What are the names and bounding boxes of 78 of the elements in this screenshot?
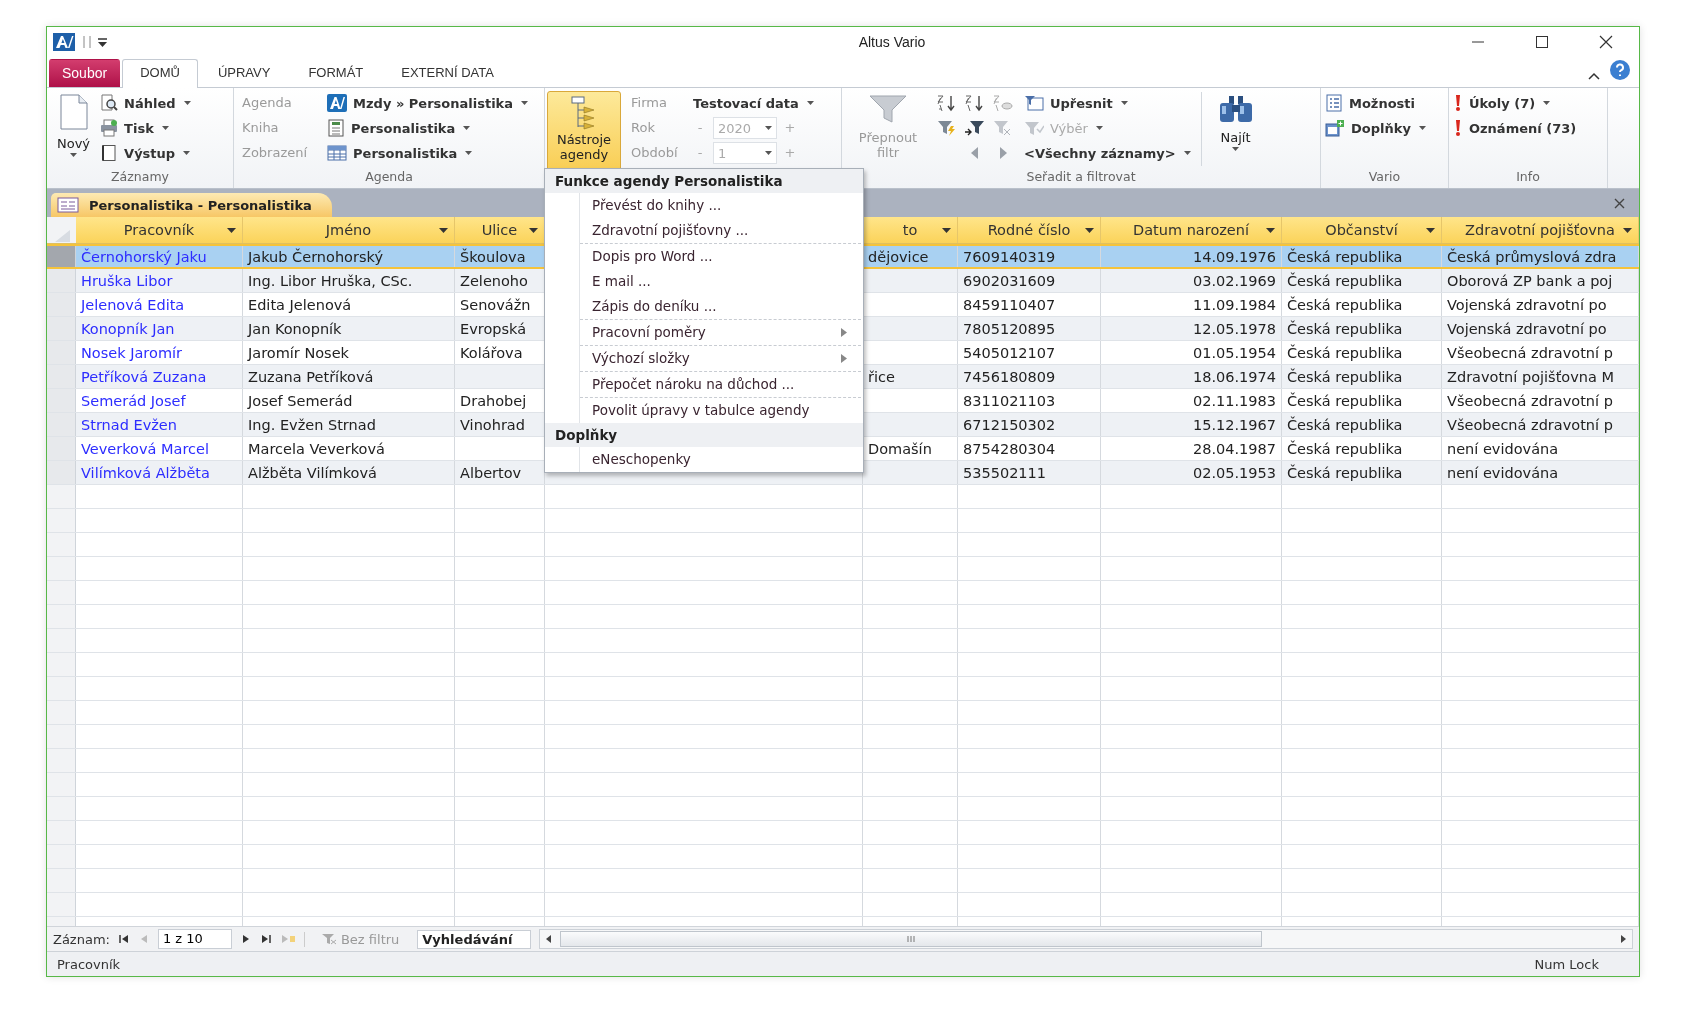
table-cell: dějovice <box>868 248 929 265</box>
group-label: Info <box>1515 168 1541 186</box>
window-title: Altus Vario <box>857 34 927 50</box>
table-cell: Zuzana Petříková <box>248 368 374 385</box>
table-cell: Česká republika <box>1287 368 1403 385</box>
table-cell: Zelenoho <box>460 272 528 289</box>
field-caption: Agenda <box>242 94 293 112</box>
status-indicator: Num Lock <box>1534 956 1600 972</box>
table-cell: 535502111 <box>963 464 1047 481</box>
table-cell: 8311021103 <box>963 392 1056 409</box>
table-cell: 14.09.1976 <box>1192 248 1276 265</box>
table-cell: Marcela Veverková <box>248 440 385 457</box>
table-cell: Jakub Černohorský <box>248 248 383 265</box>
table-cell: Česká republika <box>1287 344 1403 361</box>
table-cell: 6712150302 <box>963 416 1056 433</box>
menu-section-title: Doplňky <box>545 423 863 447</box>
table-cell: Senovážn <box>460 296 531 313</box>
table-cell: není evidována <box>1447 464 1559 481</box>
table-cell: Česká republika <box>1287 440 1403 457</box>
table-cell: 7609140319 <box>963 248 1056 265</box>
field-caption: Období <box>631 144 679 162</box>
table-cell: Oborová ZP bank a poj <box>1447 272 1613 289</box>
table-cell: 12.05.1978 <box>1192 320 1276 337</box>
table-cell: Všeobecná zdravotní p <box>1447 344 1613 361</box>
table-cell: 01.05.1954 <box>1192 344 1276 361</box>
table-cell: Všeobecná zdravotní p <box>1447 416 1613 433</box>
table-cell: Josef Semerád <box>248 392 353 409</box>
table-cell: Česká republika <box>1287 248 1403 265</box>
table-cell: Česká republika <box>1287 416 1403 433</box>
table-cell: Česká republika <box>1287 320 1403 337</box>
table-cell: 28.04.1987 <box>1192 440 1276 457</box>
table-cell: Ing. Evžen Strnad <box>248 416 376 433</box>
table-cell: Zdravotní pojišťovna M <box>1447 368 1614 385</box>
field-caption: Rok <box>631 119 656 137</box>
table-cell: Česká republika <box>1287 296 1403 313</box>
record-label: Záznam: <box>53 931 110 947</box>
table-cell: 11.09.1984 <box>1192 296 1276 313</box>
table-cell: Evropská <box>460 320 527 337</box>
table-cell: Ing. Libor Hruška, CSc. <box>248 272 413 289</box>
field-caption: Firma <box>631 94 668 112</box>
table-cell: Albertov <box>460 464 522 481</box>
table-cell: 5405012107 <box>963 344 1056 361</box>
table-cell: Vojenská zdravotní po <box>1447 296 1607 313</box>
status-text: Pracovník <box>57 956 121 972</box>
table-cell: Drahobej <box>460 392 527 409</box>
table-cell: Česká průmyslová zdra <box>1447 248 1617 265</box>
table-cell: Česká republika <box>1287 464 1403 481</box>
table-cell: 18.06.1974 <box>1192 368 1276 385</box>
table-cell: řice <box>868 368 895 385</box>
table-cell: Jaromír Nosek <box>248 344 349 361</box>
group-label: Seřadit a filtrovat <box>1025 168 1137 186</box>
table-cell: Česká republika <box>1287 392 1403 409</box>
table-cell: Domašín <box>868 440 932 457</box>
menu-section-title: Funkce agendy Personalistika <box>545 169 863 193</box>
group-label: Vario <box>1367 168 1402 186</box>
table-cell: 6902031609 <box>963 272 1056 289</box>
group-label: Záznamy <box>110 168 170 186</box>
table-cell: 02.05.1953 <box>1192 464 1276 481</box>
table-cell: 02.11.1983 <box>1192 392 1276 409</box>
table-cell: 8459110407 <box>963 296 1056 313</box>
table-cell: není evidována <box>1447 440 1559 457</box>
group-label: Agenda <box>364 168 414 186</box>
field-caption: Zobrazení <box>242 144 309 162</box>
table-cell: Škoulova <box>460 248 526 265</box>
table-cell: Vinohrad <box>460 416 525 433</box>
table-cell: Všeobecná zdravotní p <box>1447 392 1613 409</box>
table-cell: Vojenská zdravotní po <box>1447 320 1607 337</box>
table-cell: Alžběta Vilímková <box>248 464 377 481</box>
table-cell: Česká republika <box>1287 272 1403 289</box>
table-cell: Edita Jelenová <box>248 296 352 313</box>
table-cell: 03.02.1969 <box>1192 272 1276 289</box>
table-cell: 7805120895 <box>963 320 1056 337</box>
table-cell: 15.12.1967 <box>1192 416 1276 433</box>
table-cell: Jan Konopník <box>248 320 342 337</box>
table-cell: 7456180809 <box>963 368 1056 385</box>
table-cell: Kolářova <box>460 344 523 361</box>
table-cell: 8754280304 <box>963 440 1056 457</box>
field-caption: Kniha <box>242 119 280 137</box>
